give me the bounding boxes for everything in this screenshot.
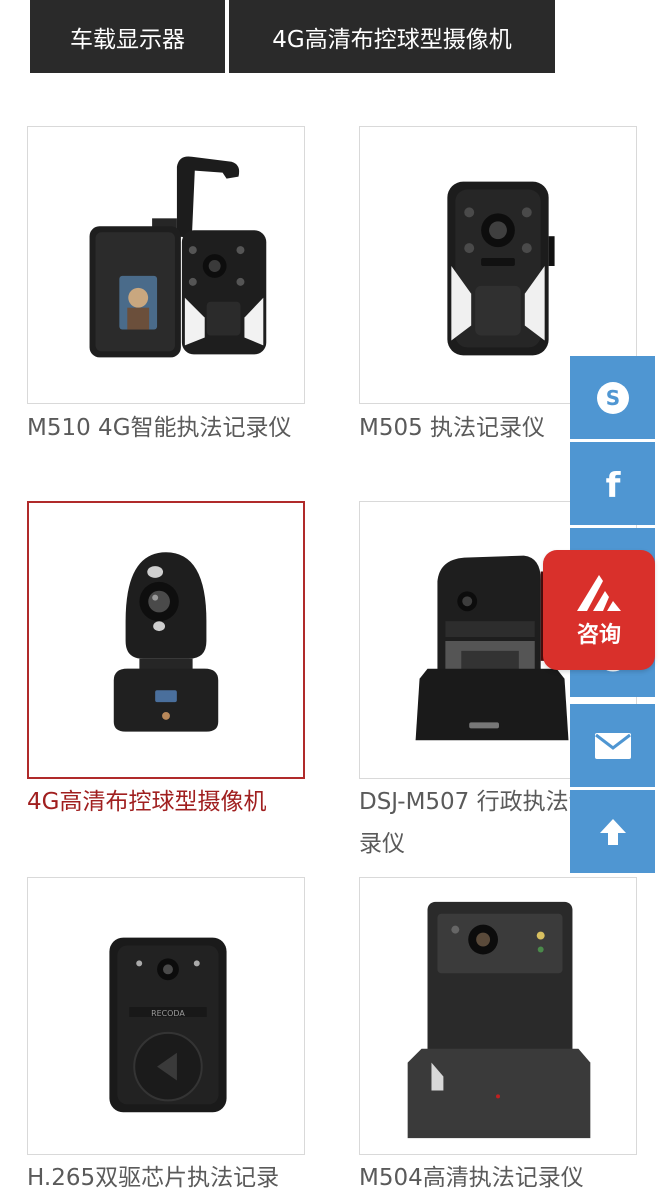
consult-logo-icon	[577, 575, 621, 611]
product-caption[interactable]: M510 4G智能执法记录仪	[27, 407, 327, 449]
back-to-top-button[interactable]	[570, 790, 655, 873]
svg-text:S: S	[605, 386, 619, 410]
product-caption-active[interactable]: 4G高清布控球型摄像机	[27, 781, 327, 823]
product-image-4g-ball-camera[interactable]	[27, 501, 305, 779]
product-caption[interactable]: H.265双驱芯片执法记录	[27, 1157, 317, 1200]
mail-icon	[594, 732, 631, 759]
tab-vehicle-display[interactable]: 车载显示器	[30, 0, 225, 73]
body-camera-m510-image	[89, 156, 267, 358]
svg-text:RECODA: RECODA	[151, 1009, 185, 1018]
product-image-h265[interactable]: RECODA	[27, 877, 305, 1155]
product-caption[interactable]: DSJ-M507 行政执法记录仪	[359, 781, 599, 865]
facebook-icon: f	[605, 466, 621, 504]
mail-button[interactable]	[570, 704, 655, 787]
product-image-m510[interactable]	[27, 126, 305, 404]
consult-button[interactable]: 咨询	[543, 550, 655, 670]
skype-button[interactable]: S	[570, 356, 655, 439]
tab-4g-ball-camera[interactable]: 4G高清布控球型摄像机	[229, 0, 555, 73]
body-camera-h265-image: RECODA	[109, 937, 227, 1113]
body-camera-m504-image	[407, 901, 591, 1139]
skype-icon: S	[596, 381, 629, 414]
product-image-m504[interactable]	[359, 877, 637, 1155]
product-caption[interactable]: M504高清执法记录仪	[359, 1157, 639, 1199]
svg-text:f: f	[605, 466, 621, 504]
ptz-ball-camera-image	[113, 552, 219, 732]
facebook-button[interactable]: f	[570, 442, 655, 525]
consult-label: 咨询	[576, 623, 621, 648]
arrow-up-icon	[599, 818, 626, 845]
